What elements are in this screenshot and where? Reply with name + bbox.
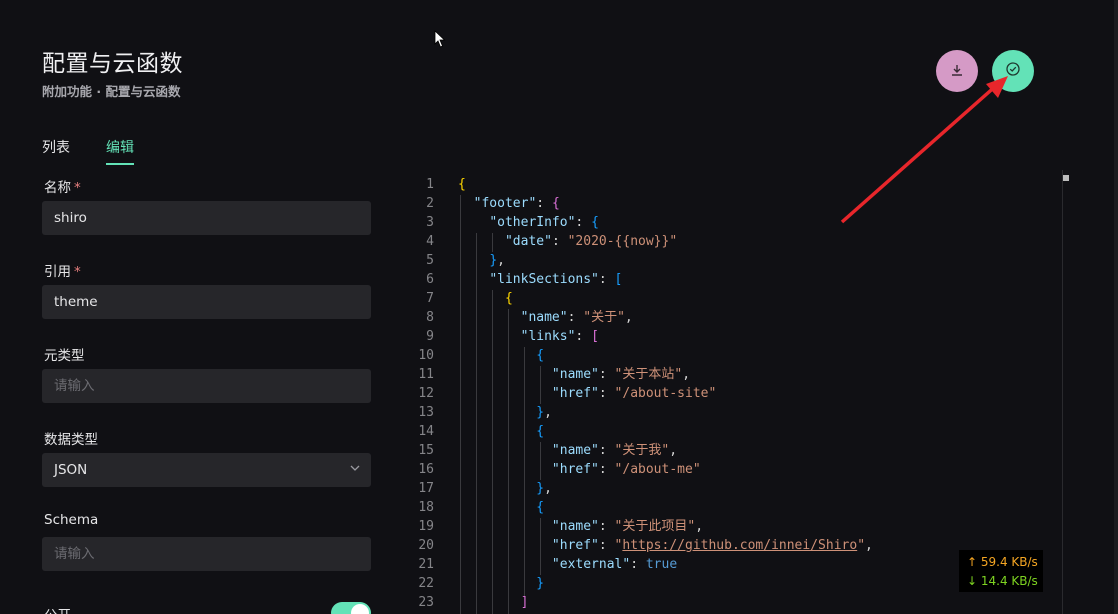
mouse-cursor-icon <box>434 30 446 52</box>
data-type-label: 数据类型 <box>44 432 98 448</box>
upload-speed: ↑ 59.4 KB/s <box>967 555 1038 569</box>
data-type-select[interactable]: JSON <box>42 453 371 487</box>
name-input[interactable]: shiro <box>42 201 371 235</box>
public-label: 公开 <box>44 604 71 614</box>
meta-type-input[interactable]: 请输入 <box>42 369 371 403</box>
network-speed-widget: ↑ 59.4 KB/s ↓ 14.4 KB/s <box>959 550 1043 592</box>
toggle-knob <box>351 604 369 614</box>
editor-scrollbar-thumb[interactable] <box>1063 175 1069 181</box>
tab-edit[interactable]: 编辑 <box>106 137 134 165</box>
schema-input[interactable]: 请输入 <box>42 537 371 571</box>
required-mark: * <box>74 264 81 280</box>
meta-type-label: 元类型 <box>44 348 85 364</box>
breadcrumb: 附加功能 · 配置与云函数 <box>42 84 181 99</box>
data-type-value: JSON <box>54 462 88 478</box>
reference-input[interactable]: theme <box>42 285 371 319</box>
name-label: 名称 * <box>44 180 81 196</box>
schema-label: Schema <box>44 512 99 528</box>
tab-list[interactable]: 列表 <box>42 137 70 165</box>
public-toggle[interactable] <box>331 602 371 614</box>
reference-label: 引用 * <box>44 264 81 280</box>
code-link[interactable]: https://github.com/innei/Shiro <box>622 538 857 553</box>
json-editor[interactable]: 1{ 2 "footer": { 3 "otherInfo": { 4 "dat… <box>400 170 1080 614</box>
chevron-down-icon <box>349 453 361 487</box>
page-title: 配置与云函数 <box>42 51 183 77</box>
tab-bar: 列表 编辑 <box>42 137 134 165</box>
required-mark: * <box>74 180 81 196</box>
editor-scrollbar-track[interactable] <box>1062 170 1063 614</box>
download-speed: ↓ 14.4 KB/s <box>967 574 1038 588</box>
window-edge <box>1114 0 1118 614</box>
